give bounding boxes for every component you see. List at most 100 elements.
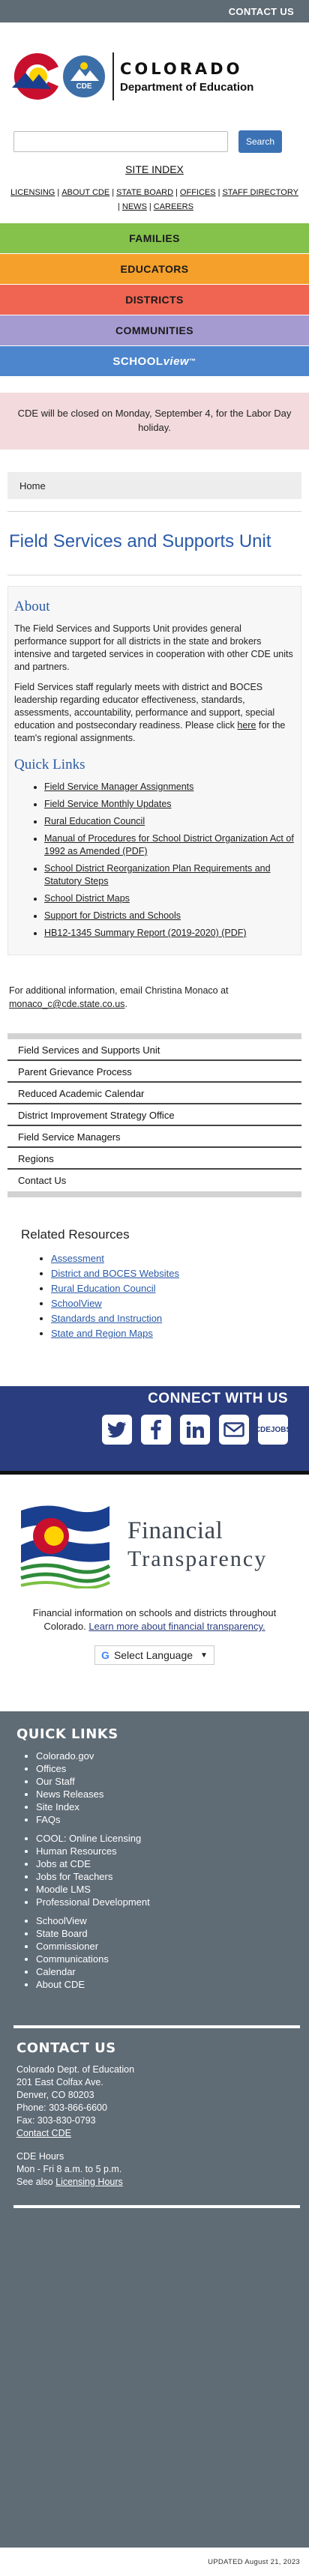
- list-item: Calendar: [36, 1965, 309, 1978]
- schoolview-word-a: SCHOOL: [112, 354, 164, 368]
- search-input[interactable]: [14, 131, 228, 152]
- footer-link[interactable]: Moodle LMS: [36, 1884, 91, 1895]
- list-item: Assessment: [51, 1251, 288, 1266]
- logo-line-colorado: COLORADO: [120, 59, 243, 78]
- menu-item-parent-grievance[interactable]: Parent Grievance Process: [8, 1061, 302, 1083]
- footer-links-group-1: Colorado.gov Offices Our Staff News Rele…: [36, 1750, 309, 1826]
- quick-link[interactable]: Field Service Manager Assignments: [44, 781, 194, 792]
- language-select[interactable]: G Select Language ▼: [94, 1645, 214, 1665]
- search-button[interactable]: Search: [238, 130, 282, 153]
- footer-link[interactable]: Human Resources: [36, 1845, 117, 1857]
- related-link[interactable]: Standards and Instruction: [51, 1313, 162, 1324]
- contact-email-link[interactable]: monaco_c@cde.state.co.us: [9, 999, 124, 1009]
- contact-info-text: For additional information, email Christ…: [9, 985, 229, 996]
- util-link-news[interactable]: NEWS: [122, 202, 147, 211]
- nav-communities[interactable]: COMMUNITIES: [0, 315, 309, 345]
- util-link-about-cde[interactable]: ABOUT CDE: [62, 188, 110, 197]
- footer-link[interactable]: About CDE: [36, 1979, 85, 1990]
- cde-jobs-icon[interactable]: CDE JOBS: [255, 1415, 291, 1445]
- utility-links: LICENSING | ABOUT CDE | STATE BOARD | OFFICES |…: [10, 188, 298, 211]
- financial-transparency-logo[interactable]: Financial Transparency: [0, 1493, 309, 1596]
- list-item: District and BOCES Websites: [51, 1266, 288, 1281]
- facebook-icon[interactable]: [141, 1415, 171, 1445]
- footer-link[interactable]: Colorado.gov: [36, 1750, 94, 1762]
- google-icon: G: [101, 1649, 110, 1661]
- menu-item-contact-us[interactable]: Contact Us: [8, 1170, 302, 1191]
- menu-item-district-improvement[interactable]: District Improvement Strategy Office: [8, 1104, 302, 1126]
- financial-learn-more-link[interactable]: Learn more about financial transparency.: [88, 1621, 265, 1632]
- licensing-hours-link[interactable]: Licensing Hours: [56, 2177, 123, 2187]
- util-link-state-board[interactable]: STATE BOARD: [116, 188, 173, 197]
- related-link[interactable]: State and Region Maps: [51, 1328, 153, 1339]
- quick-link[interactable]: Manual of Procedures for School District…: [44, 833, 294, 856]
- footer-fax: Fax: 303-830-0793: [16, 2115, 96, 2126]
- regional-assignments-link[interactable]: here: [237, 720, 256, 731]
- email-icon[interactable]: [219, 1415, 249, 1445]
- menu-item-regions[interactable]: Regions: [8, 1148, 302, 1170]
- quick-link[interactable]: Support for Districts and Schools: [44, 910, 181, 921]
- footer-link[interactable]: Jobs at CDE: [36, 1858, 91, 1869]
- list-item: FAQs: [36, 1813, 309, 1826]
- footer-contact-title: CONTACT US: [16, 2040, 116, 2056]
- quick-link[interactable]: Rural Education Council: [44, 816, 145, 826]
- list-item: Moodle LMS: [36, 1883, 309, 1896]
- menu-item-field-services[interactable]: Field Services and Supports Unit: [8, 1039, 302, 1061]
- footer-link[interactable]: Communications: [36, 1953, 109, 1965]
- footer-link[interactable]: Professional Development: [36, 1896, 150, 1908]
- footer-link[interactable]: Offices: [36, 1763, 66, 1774]
- related-link[interactable]: Rural Education Council: [51, 1283, 155, 1294]
- quick-link[interactable]: Field Service Monthly Updates: [44, 799, 172, 809]
- footer-link[interactable]: Commissioner: [36, 1941, 98, 1952]
- list-item: COOL: Online Licensing: [36, 1832, 309, 1845]
- contact-us-link[interactable]: CONTACT US: [229, 6, 294, 17]
- related-link[interactable]: SchoolView: [51, 1298, 102, 1309]
- nav-schoolview[interactable]: SCHOOL view ™: [0, 346, 309, 376]
- financial-transparency-wordmark: Financial Transparency: [128, 1517, 267, 1572]
- related-link[interactable]: Assessment: [51, 1253, 104, 1264]
- nav-families[interactable]: FAMILIES: [0, 223, 309, 253]
- list-item: Our Staff: [36, 1775, 309, 1788]
- nav-districts[interactable]: DISTRICTS: [0, 285, 309, 315]
- footer-link[interactable]: Our Staff: [36, 1776, 75, 1787]
- list-item: Field Service Monthly Updates: [44, 798, 295, 811]
- breadcrumb-home[interactable]: Home: [20, 480, 46, 492]
- footer-link[interactable]: State Board: [36, 1928, 88, 1939]
- footer-see-also: See also Licensing Hours: [16, 2176, 300, 2189]
- quick-link[interactable]: School District Maps: [44, 893, 130, 904]
- financial-transparency: Financial Transparency Financial informa…: [0, 1475, 309, 1665]
- footer-contact: CONTACT US Colorado Dept. of Education 2…: [14, 2025, 300, 2208]
- footer-quick-links-title: QUICK LINKS: [16, 1726, 118, 1742]
- footer-link[interactable]: Jobs for Teachers: [36, 1871, 112, 1882]
- footer-link[interactable]: News Releases: [36, 1789, 104, 1800]
- list-item: Rural Education Council: [51, 1281, 288, 1296]
- util-link-careers[interactable]: CAREERS: [154, 202, 194, 211]
- util-link-licensing[interactable]: LICENSING: [10, 188, 55, 197]
- quick-link[interactable]: School District Reorganization Plan Requ…: [44, 863, 271, 886]
- header-logo[interactable]: CDE COLORADO Department of Education: [0, 22, 309, 111]
- ft-line-transparency: Transparency: [128, 1546, 268, 1571]
- contact-info: For additional information, email Christ…: [0, 955, 309, 1011]
- util-link-offices[interactable]: OFFICES: [180, 188, 216, 197]
- menu-item-reduced-calendar[interactable]: Reduced Academic Calendar: [8, 1083, 302, 1104]
- menu-item-field-service-managers[interactable]: Field Service Managers: [8, 1126, 302, 1148]
- contact-cde-link[interactable]: Contact CDE: [16, 2128, 71, 2138]
- linkedin-icon[interactable]: [180, 1415, 210, 1445]
- footer-link[interactable]: Site Index: [36, 1801, 80, 1812]
- footer-link[interactable]: FAQs: [36, 1814, 61, 1825]
- page-title: Field Services and Supports Unit: [9, 531, 272, 551]
- nav-districts-label: DISTRICTS: [125, 294, 184, 306]
- connect-with-us: CONNECT WITH US CDE JOBS: [0, 1386, 309, 1475]
- site-index-link[interactable]: SITE INDEX: [125, 163, 184, 175]
- nav-educators[interactable]: EDUCATORS: [0, 254, 309, 284]
- related-link[interactable]: District and BOCES Websites: [51, 1268, 179, 1279]
- list-item: Communications: [36, 1953, 309, 1965]
- footer-link[interactable]: Calendar: [36, 1966, 76, 1977]
- footer-link[interactable]: SchoolView: [36, 1915, 87, 1926]
- footer-link[interactable]: COOL: Online Licensing: [36, 1833, 141, 1844]
- contact-info-end: .: [124, 999, 128, 1009]
- quick-link[interactable]: HB12-1345 Summary Report (2019-2020) (PD…: [44, 928, 247, 938]
- twitter-icon[interactable]: [102, 1415, 132, 1445]
- nav-educators-label: EDUCATORS: [120, 263, 189, 275]
- util-link-staff-directory[interactable]: STAFF DIRECTORY: [222, 188, 298, 197]
- about-p2-text: Field Services staff regularly meets wit…: [14, 682, 275, 731]
